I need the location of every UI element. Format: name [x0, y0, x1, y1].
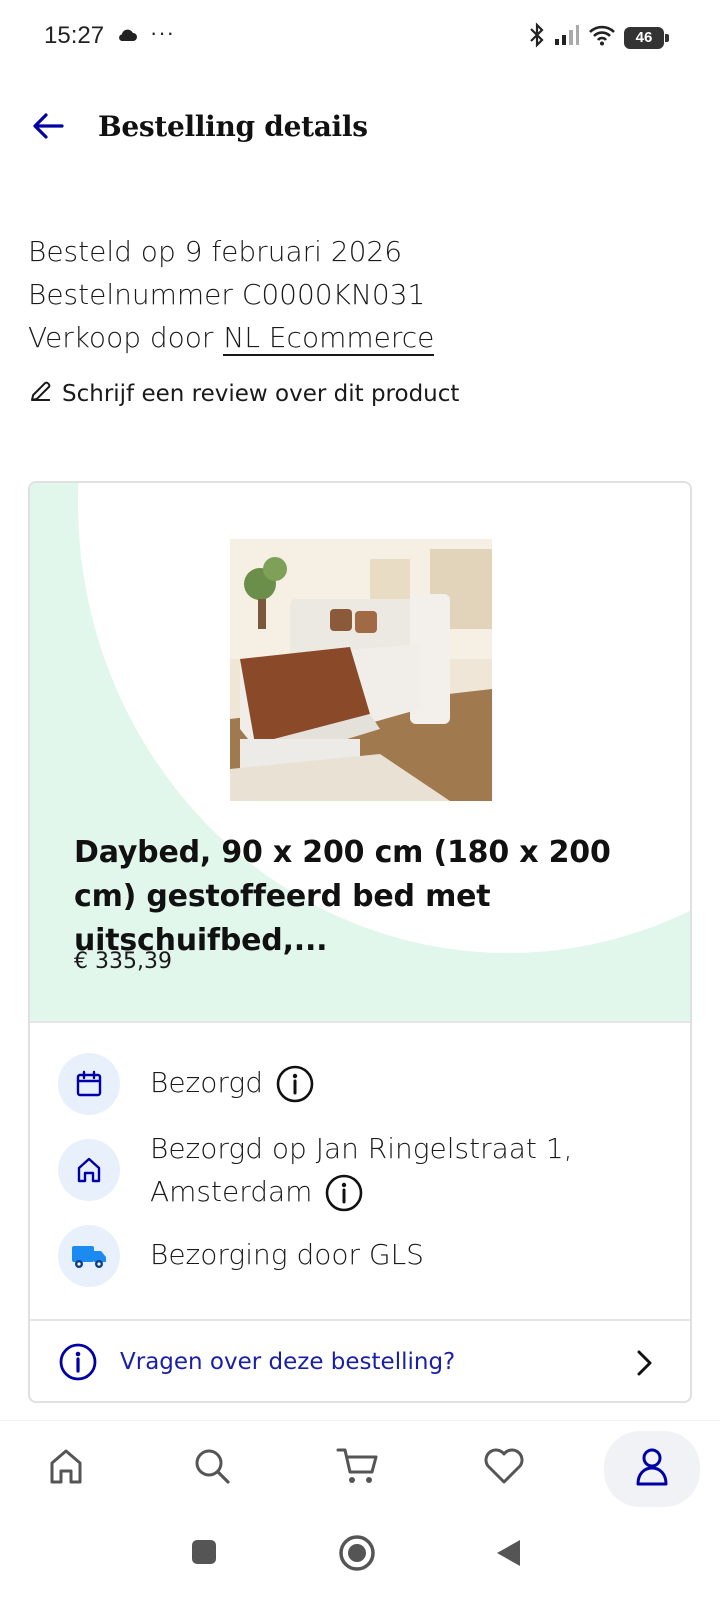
bottom-navigation [0, 1420, 720, 1520]
nav-home[interactable] [26, 1433, 106, 1503]
delivery-carrier: Bezorging door GLS [150, 1238, 424, 1271]
cart-icon [336, 1446, 380, 1491]
arrow-left-icon [32, 112, 64, 145]
product-hero: Daybed, 90 x 200 cm (180 x 200 cm) gesto… [30, 483, 690, 1023]
status-time: 15:27 [44, 22, 105, 49]
nav-search[interactable] [172, 1433, 252, 1503]
house-icon [58, 1139, 120, 1201]
nav-cart[interactable] [318, 1433, 398, 1503]
info-icon[interactable] [324, 1173, 364, 1213]
truck-icon [58, 1225, 120, 1287]
page-title: Bestelling details [98, 110, 368, 143]
delivery-carrier-row: Bezorging door GLS [58, 1225, 424, 1287]
home-icon [46, 1446, 86, 1491]
back-button[interactable] [28, 108, 68, 148]
back-system-button[interactable] [494, 1538, 522, 1568]
more-notifications-icon: ··· [150, 20, 175, 45]
search-icon [192, 1446, 232, 1491]
product-title[interactable]: Daybed, 90 x 200 cm (180 x 200 cm) gesto… [74, 831, 674, 963]
seller-line: Verkoop door NL Ecommerce [28, 316, 435, 359]
write-review-label: Schrijf een review over dit product [62, 381, 460, 407]
seller-link[interactable]: NL Ecommerce [223, 321, 435, 356]
order-help-link[interactable]: Vragen over deze bestelling? [30, 1319, 690, 1401]
wifi-icon [588, 24, 616, 51]
calendar-icon [58, 1053, 120, 1115]
info-icon [58, 1342, 98, 1382]
pencil-icon [28, 378, 54, 410]
order-number: Bestelnummer C0000KN031 [28, 278, 426, 311]
recent-apps-button[interactable] [190, 1538, 218, 1566]
delivery-status: Bezorgd [150, 1066, 263, 1099]
write-review-link[interactable]: Schrijf een review over dit product [28, 378, 459, 410]
cloud-icon [116, 26, 138, 47]
battery-icon: 46 [624, 26, 669, 49]
product-price: € 335,39 [74, 949, 172, 974]
home-system-button[interactable] [338, 1534, 376, 1572]
status-bar: 15:27 ··· 46 [0, 0, 720, 72]
app-header: Bestelling details [0, 96, 720, 160]
info-icon[interactable] [275, 1064, 315, 1104]
nav-favorites[interactable] [464, 1433, 544, 1503]
signal-icon [554, 24, 580, 51]
order-help-label: Vragen over deze bestelling? [120, 1349, 456, 1375]
product-image[interactable] [230, 539, 492, 801]
sold-by-label: Verkoop door [28, 321, 214, 354]
nav-account[interactable] [604, 1431, 700, 1507]
heart-icon [482, 1446, 526, 1491]
order-date: Besteld op 9 februari 2026 [28, 235, 403, 268]
order-info: Besteld op 9 februari 2026 Bestelnummer … [28, 230, 435, 359]
user-icon [632, 1446, 672, 1493]
delivery-address-line1: Bezorgd op Jan Ringelstraat 1, [150, 1132, 573, 1165]
delivery-status-row: Bezorgd [58, 1053, 315, 1115]
order-card: Daybed, 90 x 200 cm (180 x 200 cm) gesto… [28, 481, 692, 1403]
chevron-right-icon [636, 1349, 654, 1377]
system-navigation [0, 1520, 720, 1600]
delivery-address-line2: Amsterdam [150, 1175, 313, 1208]
bluetooth-icon [528, 22, 546, 53]
status-icons: 46 [528, 22, 669, 53]
delivery-address-row: Bezorgd op Jan Ringelstraat 1, Amsterdam [58, 1132, 573, 1213]
